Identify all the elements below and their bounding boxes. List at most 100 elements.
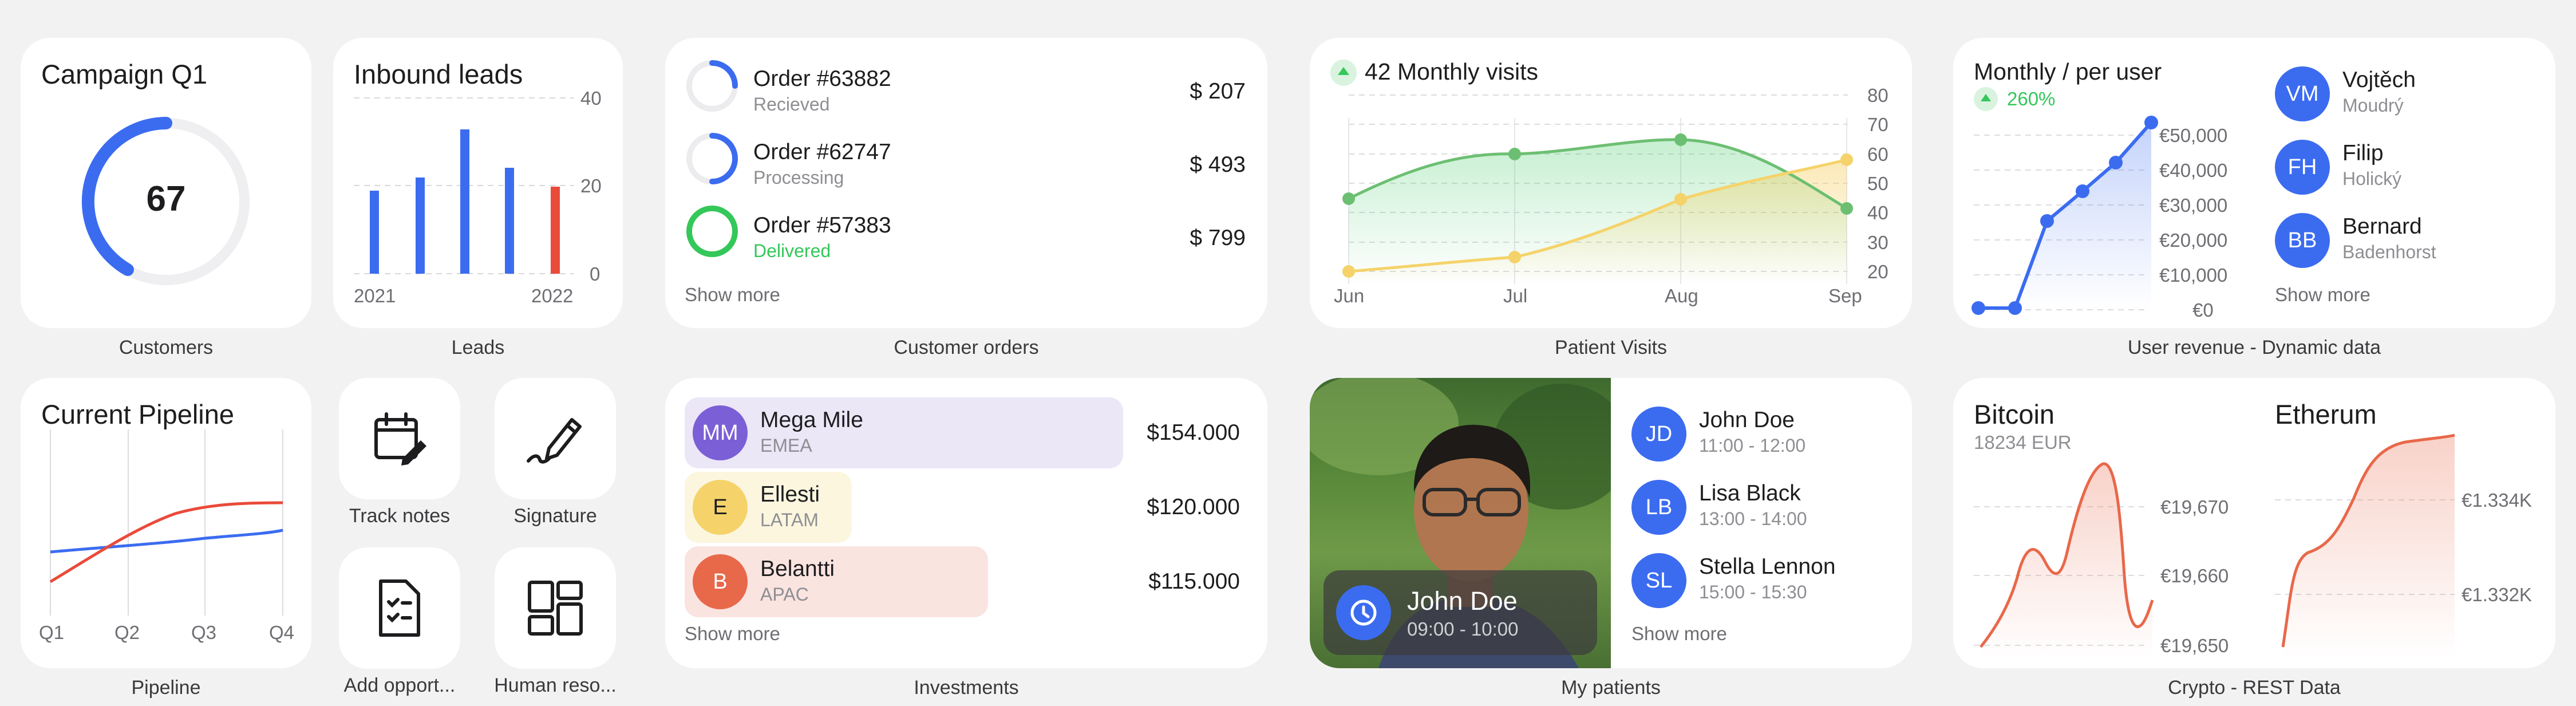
- leads-card[interactable]: Inbound leads 40 20 0 2021 2022: [333, 38, 623, 328]
- revenue-ytick: €50,000: [2159, 125, 2227, 146]
- track-notes-tile[interactable]: [339, 378, 460, 499]
- investments-caption: Investments: [914, 677, 1019, 699]
- tile-label: Add opport...: [343, 675, 456, 696]
- orders-show-more[interactable]: Show more: [685, 284, 780, 306]
- pipeline-chart: Q1 Q2 Q3 Q4: [39, 429, 294, 643]
- add-opportunity-tile[interactable]: [339, 547, 460, 669]
- order-name: Order #62747: [753, 140, 891, 164]
- visits-xlabel: Aug: [1665, 285, 1698, 306]
- pipeline-xlabel: Q3: [191, 622, 216, 643]
- ether-ytick: €1.334K: [2462, 490, 2532, 511]
- revenue-ytick: €0: [2192, 299, 2214, 321]
- patient-name: John Doe: [1699, 408, 1795, 432]
- visits-ytick: 40: [1867, 202, 1888, 223]
- pipeline-card[interactable]: Current Pipeline Q1 Q2 Q3 Q4: [21, 378, 311, 668]
- visits-xlabel: Jun: [1334, 285, 1364, 306]
- user-first-name: Bernard: [2342, 214, 2422, 239]
- investments-card[interactable]: MM Mega Mile EMEA $154.000 E Ellesti LAT…: [665, 378, 1267, 668]
- investments-show-more[interactable]: Show more: [685, 623, 780, 645]
- investment-bar: [685, 397, 1123, 468]
- visits-ytick: 50: [1867, 173, 1888, 194]
- patient-name: Stella Lennon: [1699, 554, 1836, 579]
- visits-card[interactable]: 42 Monthly visits 80 70 60 50 40 30 20 J…: [1310, 38, 1912, 328]
- revenue-card[interactable]: Monthly / per user 260% €50,000 €40,000 …: [1953, 38, 2555, 328]
- revenue-ytick: €40,000: [2159, 160, 2227, 181]
- user-first-name: Vojtěch: [2342, 68, 2416, 92]
- order-progress-ring: [686, 60, 738, 112]
- featured-patient-name: John Doe: [1407, 586, 1518, 616]
- investment-name: Mega Mile: [760, 408, 863, 432]
- visits-caption: Patient Visits: [1555, 337, 1667, 358]
- leads-xlabel: 2022: [531, 285, 573, 306]
- order-price: $ 493: [1190, 152, 1246, 177]
- leads-ytick: 0: [590, 263, 600, 285]
- bitcoin-ytick: €19,670: [2160, 496, 2229, 518]
- investment-name: Belantti: [760, 557, 835, 581]
- campaign-caption: Customers: [118, 337, 214, 358]
- revenue-ytick: €30,000: [2159, 195, 2227, 216]
- patient-time: 15:00 - 15:30: [1699, 582, 1807, 602]
- order-progress-ring: [686, 133, 738, 184]
- leads-chart: 40 20 0 2021 2022: [354, 88, 602, 306]
- appointment-overlay[interactable]: John Doe 09:00 - 10:00: [1323, 570, 1597, 655]
- visits-ytick: 70: [1867, 114, 1888, 135]
- order-name: Order #57383: [753, 213, 891, 238]
- patient-photo: John Doe 09:00 - 10:00: [1310, 378, 1611, 668]
- leads-xlabel: 2021: [354, 285, 396, 306]
- avatar[interactable]: FH: [2275, 140, 2330, 195]
- pipeline-xlabel: Q2: [114, 622, 140, 643]
- pen-signature-icon: [527, 418, 582, 464]
- user-last-name: Moudrý: [2342, 95, 2404, 116]
- orders-caption: Customer orders: [894, 337, 1039, 358]
- patients-card[interactable]: John Doe 09:00 - 10:00 JD John Doe 11:00…: [1310, 378, 1912, 668]
- patient-name: Lisa Black: [1699, 481, 1801, 506]
- patients-show-more[interactable]: Show more: [1631, 623, 1727, 645]
- avatar[interactable]: BB: [2275, 213, 2330, 268]
- tile-label: Track notes: [349, 505, 451, 527]
- campaign-title: Campaign Q1: [41, 59, 207, 89]
- dashboard-layout-icon: [528, 581, 583, 636]
- investment-region: EMEA: [760, 435, 812, 456]
- patients-caption: My patients: [1561, 677, 1661, 699]
- human-resources-tile[interactable]: [495, 547, 616, 669]
- visits-ytick: 80: [1867, 85, 1888, 106]
- avatar[interactable]: JD: [1631, 407, 1686, 462]
- visits-xlabel: Jul: [1503, 285, 1527, 306]
- crypto-card[interactable]: Bitcoin 18234 EUR Etherum €19,670 €19,66…: [1953, 378, 2555, 668]
- crypto-caption: Crypto - REST Data: [2168, 677, 2341, 699]
- user-last-name: Holický: [2342, 168, 2402, 189]
- patient-time: 11:00 - 12:00: [1699, 435, 1806, 456]
- investment-amount: $115.000: [1148, 569, 1240, 594]
- checklist-icon: [379, 579, 420, 637]
- leads-ytick: 20: [580, 175, 602, 196]
- ether-ytick: €1.332K: [2462, 584, 2532, 605]
- order-name: Order #63882: [753, 66, 891, 91]
- patient-time: 13:00 - 14:00: [1699, 508, 1807, 529]
- investment-amount: $154.000: [1147, 420, 1240, 445]
- signature-tile[interactable]: [495, 378, 616, 499]
- avatar[interactable]: SL: [1631, 553, 1686, 608]
- tile-label: Human reso...: [494, 675, 617, 696]
- avatar[interactable]: LB: [1631, 480, 1686, 535]
- user-last-name: Badenhorst: [2342, 242, 2436, 262]
- visits-ytick: 20: [1867, 261, 1888, 282]
- orders-card[interactable]: Order #63882 Recieved $ 207 Order #62747…: [665, 38, 1267, 328]
- revenue-show-more[interactable]: Show more: [2275, 284, 2370, 306]
- investment-amount: $120.000: [1147, 495, 1240, 519]
- investment-region: LATAM: [760, 510, 819, 530]
- avatar[interactable]: VM: [2275, 66, 2330, 121]
- avatar: B: [693, 554, 748, 609]
- visits-ytick: 60: [1867, 144, 1888, 165]
- order-price: $ 207: [1190, 79, 1246, 104]
- revenue-caption: User revenue - Dynamic data: [2127, 337, 2381, 358]
- campaign-value: 67: [146, 179, 186, 219]
- pipeline-xlabel: Q4: [269, 622, 294, 643]
- pipeline-caption: Pipeline: [131, 677, 201, 699]
- campaign-card[interactable]: Campaign Q1 67: [21, 38, 311, 328]
- order-status: Processing: [753, 167, 844, 188]
- user-first-name: Filip: [2342, 141, 2384, 165]
- bitcoin-ytick: €19,660: [2160, 565, 2229, 586]
- featured-patient-time: 09:00 - 10:00: [1407, 618, 1519, 640]
- order-price: $ 799: [1190, 226, 1246, 250]
- pipeline-xlabel: Q1: [39, 622, 64, 643]
